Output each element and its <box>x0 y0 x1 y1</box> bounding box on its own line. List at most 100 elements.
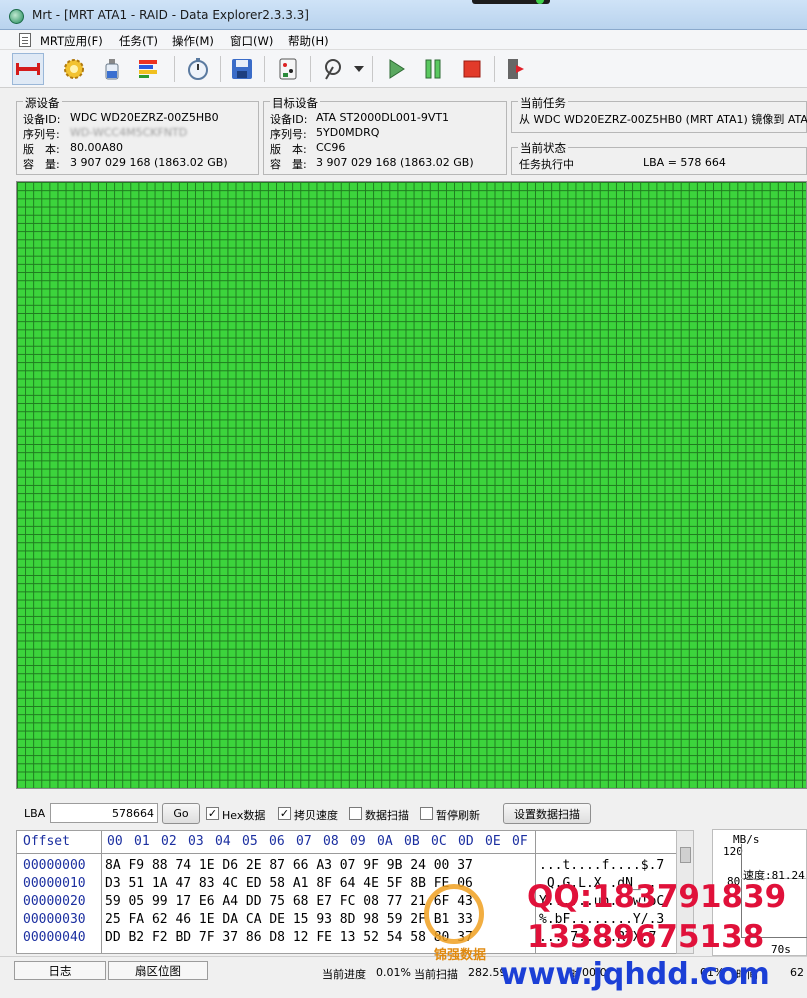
source-device-title: 源设备 <box>23 95 62 111</box>
app-icon <box>9 9 24 24</box>
toolbar-separator <box>220 56 221 82</box>
speed-x-label: 70s <box>771 943 791 956</box>
menu-operation[interactable]: 操作(M) <box>172 33 214 49</box>
pause-refresh-checkbox[interactable] <box>420 807 433 820</box>
speed-y-max: 120 <box>723 845 743 858</box>
lba-control-bar: LBA 578664 Go ✓ Hex数据 ✓ 拷贝速度 数据扫描 暂停刷新 设… <box>0 800 807 828</box>
hex-row-offset: 00000030 <box>23 912 86 927</box>
toolbar-separator <box>264 56 265 82</box>
current-status-text: 任务执行中 <box>519 158 574 171</box>
tab-sector-map[interactable]: 扇区位图 <box>108 961 208 980</box>
hex-row-bytes: 25 FA 62 46 1E DA CA DE 15 93 8D 98 59 2… <box>105 912 473 927</box>
connect-icon[interactable] <box>12 53 44 85</box>
data-scan-label: 数据扫描 <box>365 809 409 822</box>
save-icon[interactable] <box>226 53 258 85</box>
hex-scrollbar[interactable] <box>676 830 694 954</box>
title-bar: Mrt - [MRT ATA1 - RAID - Data Explorer2.… <box>0 0 807 30</box>
hex-row-offset: 00000020 <box>23 894 86 909</box>
target-device-title: 目标设备 <box>270 95 320 111</box>
progress-label: 当前进度 <box>322 968 366 981</box>
current-status-title: 当前状态 <box>518 140 568 156</box>
go-button[interactable]: Go <box>162 803 200 824</box>
timer-icon[interactable] <box>182 53 214 85</box>
target-version: CC96 <box>316 141 346 154</box>
color-bars-icon[interactable] <box>132 53 164 85</box>
dropdown-arrow-icon[interactable] <box>350 53 368 85</box>
source-serial-label: 序列号: <box>23 128 60 141</box>
source-serial: WD-WCC4M5CKFNTD <box>70 126 188 139</box>
set-data-scan-button[interactable]: 设置数据扫描 <box>503 803 591 824</box>
stop-icon[interactable] <box>456 53 488 85</box>
toolbar-separator <box>310 56 311 82</box>
hex-row-ascii: ....7.....RTX.7 <box>539 930 657 945</box>
settings-gear-icon[interactable] <box>58 53 90 85</box>
hex-row-ascii: ...t....f....$.7 <box>539 858 665 873</box>
target-device-id-label: 设备ID: <box>270 113 308 126</box>
menu-bar: MRT应用(F) 任务(T) 操作(M) 窗口(W) 帮助(H) <box>0 30 807 50</box>
data-scan-checkbox[interactable] <box>349 807 362 820</box>
pause-refresh-label: 暂停刷新 <box>436 809 480 822</box>
copy-speed-checkbox[interactable]: ✓ <box>278 807 291 820</box>
tab-log[interactable]: 日志 <box>14 961 106 980</box>
target-serial: 5YD0MDRQ <box>316 126 380 139</box>
source-capacity: 3 907 029 168 (1863.02 GB) <box>70 156 228 169</box>
dice-icon[interactable] <box>272 53 304 85</box>
hex-row-offset: 00000010 <box>23 876 86 891</box>
hex-scroll-thumb[interactable] <box>680 847 691 863</box>
hex-offset-divider <box>101 831 102 953</box>
menu-help[interactable]: 帮助(H) <box>288 33 329 49</box>
menu-task[interactable]: 任务(T) <box>119 33 158 49</box>
scan-label: 当前扫描 <box>414 968 458 981</box>
sector-block-map[interactable] <box>16 181 807 789</box>
remaining-label: 时间 <box>736 968 758 981</box>
lba-input[interactable]: 578664 <box>50 803 158 823</box>
source-device-id-label: 设备ID: <box>23 113 61 126</box>
source-version-label: 版 本: <box>23 143 60 156</box>
play-icon[interactable] <box>380 53 412 85</box>
bottle-icon[interactable] <box>96 53 128 85</box>
hex-header-divider <box>17 853 691 854</box>
source-device-id: WDC WD20EZRZ-00Z5HB0 <box>70 111 219 124</box>
toolbar <box>0 50 807 88</box>
pointer-icon[interactable] <box>316 53 348 85</box>
toolbar-separator <box>372 56 373 82</box>
hex-row-bytes: D3 51 1A 47 83 4C ED 58 A1 8F 64 4E 5F 8… <box>105 876 473 891</box>
copy-speed-label: 拷贝速度 <box>294 809 338 822</box>
hex-row-ascii: Y......uh...w!oC <box>539 894 665 909</box>
current-task-description: 从 WDC WD20EZRZ-00Z5HB0 (MRT ATA1) 镜像到 AT… <box>519 113 807 126</box>
source-capacity-label: 容 量: <box>23 158 60 171</box>
remaining-value: 62 <box>790 966 804 979</box>
target-capacity: 3 907 029 168 (1863.02 GB) <box>316 156 474 169</box>
hex-row-ascii: %.bF........Y/.3 <box>539 912 665 927</box>
hex-view[interactable]: Offset 00 01 02 03 04 05 06 07 08 09 0A … <box>16 830 692 954</box>
menu-mrt-app[interactable]: MRT应用(F) <box>40 33 103 49</box>
scan-value: 282.59 <box>468 966 507 979</box>
hex-ascii-divider <box>535 831 536 953</box>
target-device-id: ATA ST2000DL001-9VT1 <box>316 111 450 124</box>
speed-value: 速度:81.24 MB <box>743 869 807 882</box>
current-lba-text: LBA = 578 664 <box>643 156 726 169</box>
target-capacity-label: 容 量: <box>270 158 307 171</box>
menu-window[interactable]: 窗口(W) <box>230 33 273 49</box>
exit-icon[interactable] <box>500 53 532 85</box>
hex-row-ascii: .Q.G.L.X..dN_... <box>539 876 665 891</box>
pause-icon[interactable] <box>417 53 449 85</box>
status-bar: 日志 扇区位图 当前进度 0.01% 当前扫描 282.59 时 00:0 01… <box>0 956 807 998</box>
progress-value: 0.01% <box>376 966 411 979</box>
percent-value: 01% <box>700 966 725 979</box>
speed-plot-area <box>741 844 807 938</box>
lba-label: LBA <box>24 807 46 820</box>
hex-row-offset: 00000000 <box>23 858 86 873</box>
current-task-title: 当前任务 <box>518 95 568 111</box>
document-icon[interactable] <box>19 33 31 47</box>
time-label: 时 <box>570 968 581 981</box>
toolbar-separator <box>494 56 495 82</box>
hex-row-offset: 00000040 <box>23 930 86 945</box>
time-value: 00:0 <box>582 966 607 979</box>
hex-data-checkbox[interactable]: ✓ <box>206 807 219 820</box>
speed-graph: MB/s 120 80 速度:81.24 MB 70s <box>712 829 807 956</box>
hex-row-bytes: 8A F9 88 74 1E D6 2E 87 66 A3 07 9F 9B 2… <box>105 858 473 873</box>
hex-row-bytes: DD B2 F2 BD 7F 37 86 D8 12 FE 13 52 54 5… <box>105 930 473 945</box>
toolbar-separator <box>174 56 175 82</box>
window-title: Mrt - [MRT ATA1 - RAID - Data Explorer2.… <box>32 8 309 22</box>
